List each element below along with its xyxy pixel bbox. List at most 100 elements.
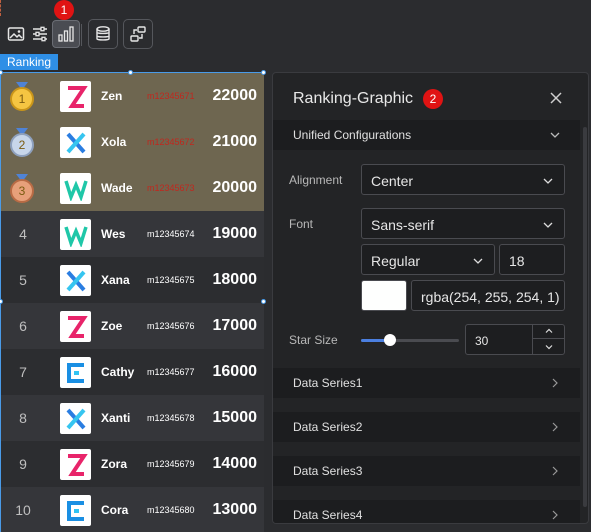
star-size-slider-knob[interactable] <box>384 334 397 346</box>
font-family-value: Sans-serif <box>371 217 435 233</box>
section-label: Unified Configurations <box>293 128 412 142</box>
font-size-input[interactable]: 18 <box>499 244 565 275</box>
unified-config-section[interactable]: Unified Configurations <box>273 120 580 150</box>
brand-logo-icon <box>60 311 91 342</box>
medal-gold-icon: 1 <box>9 82 35 112</box>
ranking-row: 1 Zen m12345671 22000 <box>1 73 264 119</box>
font-color-input[interactable]: rgba(254, 255, 254, 1) <box>411 280 565 311</box>
section-label: Data Series1 <box>293 376 363 390</box>
alignment-label: Alignment <box>289 173 343 187</box>
chevron-down-icon <box>543 178 553 184</box>
ranking-code: m12345676 <box>147 321 195 331</box>
ranking-name: Zora <box>101 457 128 471</box>
font-family-select[interactable]: Sans-serif <box>361 208 565 239</box>
star-size-label: Star Size <box>289 333 338 347</box>
ranking-code: m12345672 <box>147 137 195 147</box>
data-source-button[interactable] <box>88 19 118 49</box>
ranking-score: 21000 <box>212 133 258 150</box>
ranking-row: 4 Wes m12345674 19000 <box>1 211 264 257</box>
medal-bronze-icon: 3 <box>9 174 35 204</box>
font-color-value: rgba(254, 255, 254, 1) <box>421 289 560 305</box>
section-label: Data Series2 <box>293 420 363 434</box>
decrement-button[interactable] <box>533 339 565 354</box>
ranking-code: m12345671 <box>147 91 195 101</box>
swap-icon <box>130 26 146 42</box>
ranking-score: 17000 <box>212 317 258 334</box>
ranking-score: 20000 <box>212 179 258 196</box>
brand-logo-icon <box>60 127 91 158</box>
settings-button[interactable] <box>26 20 54 48</box>
chevron-right-icon <box>552 510 558 520</box>
resize-handle[interactable] <box>128 70 133 75</box>
ranking-score: 16000 <box>212 363 258 380</box>
star-size-input[interactable]: 30 <box>465 324 565 355</box>
font-color-swatch[interactable] <box>361 280 407 311</box>
chevron-right-icon <box>552 378 558 388</box>
panel-scrollbar[interactable] <box>583 127 587 507</box>
ranking-name: Cathy <box>101 365 135 379</box>
medal-silver-icon: 2 <box>9 128 35 158</box>
step-marker-1: 1 <box>54 0 74 20</box>
ranking-score: 15000 <box>212 409 258 426</box>
ranking-row: 10 Cora m12345680 13000 <box>1 487 264 532</box>
sliders-icon <box>33 26 47 42</box>
ranking-score: 22000 <box>212 87 258 104</box>
panel-title: Ranking-Graphic <box>293 90 414 107</box>
rank-number: 4 <box>19 226 27 242</box>
alignment-value: Center <box>371 173 414 189</box>
chevron-down-icon <box>543 222 553 228</box>
data-series-1-section[interactable]: Data Series1 <box>273 368 580 398</box>
alignment-select[interactable]: Center <box>361 164 565 195</box>
ranking-widget[interactable]: 1 Zen m12345671 22000 2 Xola m12345672 21000 3 Wa… <box>0 72 264 532</box>
data-series-4-section[interactable]: Data Series4 <box>273 500 580 523</box>
chevron-down-icon <box>545 344 553 349</box>
section-label: Data Series3 <box>293 464 363 478</box>
resize-handle[interactable] <box>261 70 266 75</box>
brand-logo-icon <box>60 449 91 480</box>
image-icon <box>7 27 25 41</box>
ranking-name: Xanti <box>101 411 131 425</box>
ranking-row: 2 Xola m12345672 21000 <box>1 119 264 165</box>
chevron-down-icon <box>473 258 483 264</box>
interaction-button[interactable] <box>123 19 153 49</box>
data-series-2-section[interactable]: Data Series2 <box>273 412 580 442</box>
bar-chart-icon <box>58 26 74 42</box>
resize-handle[interactable] <box>261 299 266 304</box>
font-weight-select[interactable]: Regular <box>361 244 495 275</box>
brand-logo-icon <box>60 265 91 296</box>
brand-logo-icon <box>60 219 91 250</box>
increment-button[interactable] <box>533 324 565 339</box>
ranking-row: 6 Zoe m12345676 17000 <box>1 303 264 349</box>
brand-logo-icon <box>60 403 91 434</box>
ranking-score: 13000 <box>212 501 258 518</box>
ranking-name: Wes <box>101 227 126 241</box>
ranking-name: Zoe <box>101 319 123 333</box>
chevron-down-icon <box>550 132 560 138</box>
section-label: Data Series4 <box>293 508 363 522</box>
brand-logo-icon <box>60 357 91 388</box>
ranking-code: m12345679 <box>147 459 195 469</box>
ranking-name: Xana <box>101 273 130 287</box>
rank-number: 5 <box>19 272 27 288</box>
brand-logo-icon <box>60 495 91 526</box>
brand-logo-icon <box>60 81 91 112</box>
font-weight-value: Regular <box>371 253 421 269</box>
star-size-value: 30 <box>475 334 489 348</box>
ranking-code: m12345674 <box>147 229 195 239</box>
close-icon[interactable] <box>548 90 564 106</box>
ranking-score: 19000 <box>212 225 258 242</box>
ranking-code: m12345677 <box>147 367 195 377</box>
chevron-right-icon <box>552 466 558 476</box>
chevron-right-icon <box>552 422 558 432</box>
ranking-row: 5 Xana m12345675 18000 <box>1 257 264 303</box>
ranking-code: m12345673 <box>147 183 195 193</box>
database-icon <box>96 26 110 41</box>
ranking-score: 14000 <box>212 455 258 472</box>
data-series-3-section[interactable]: Data Series3 <box>273 456 580 486</box>
ranking-code: m12345680 <box>147 505 195 515</box>
ranking-name: Zen <box>101 89 123 103</box>
chart-button[interactable] <box>52 20 80 48</box>
ranking-name: Cora <box>101 503 129 517</box>
guide-line <box>0 0 2 16</box>
app-root: 1 Ranking 1 Zen m12345671 22000 2 Xola m123456… <box>0 0 591 532</box>
